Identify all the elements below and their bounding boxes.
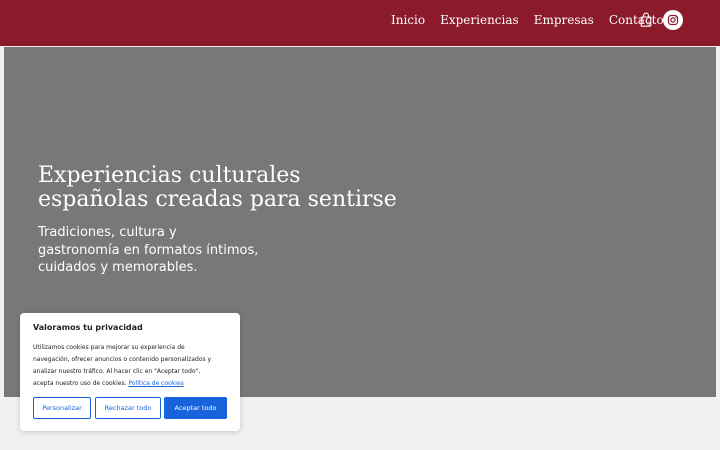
hero-subtitle-line-1: Tradiciones, cultura y bbox=[38, 225, 177, 240]
cookie-text-line-4: acepta nuestro uso de cookies. bbox=[33, 380, 127, 387]
hero-subtitle-line-2: gastronomía en formatos íntimos, bbox=[38, 242, 259, 258]
reject-all-button[interactable]: Rechazar todo bbox=[95, 397, 161, 419]
shopping-bag-icon: 0 bbox=[640, 12, 652, 28]
nav-link-empresas[interactable]: Empresas bbox=[534, 13, 594, 27]
cookie-consent-banner: Valoramos tu privacidad Utilizamos cooki… bbox=[20, 313, 240, 431]
cookie-text-line-1: Utilizamos cookies para mejorar su exper… bbox=[33, 344, 185, 351]
cart-count: 0 bbox=[647, 22, 650, 28]
cookie-policy-link[interactable]: Política de cookies bbox=[128, 380, 183, 387]
nav-link-contacto[interactable]: Contacto bbox=[609, 13, 664, 27]
cookie-title: Valoramos tu privacidad bbox=[33, 323, 143, 332]
instagram-link[interactable] bbox=[663, 10, 683, 30]
cookie-description: Utilizamos cookies para mejorar su exper… bbox=[33, 342, 233, 390]
cookie-text-line-2: navegación, ofrecer anuncios o contenido… bbox=[33, 356, 212, 363]
hero-subtitle: Tradiciones, cultura y gastronomía en fo… bbox=[38, 224, 298, 277]
nav-link-experiencias[interactable]: Experiencias bbox=[440, 13, 519, 27]
hero-title: Experiencias culturales españolas creada… bbox=[38, 164, 438, 212]
hero-title-line-2: españolas creadas para sentirse bbox=[38, 187, 397, 212]
cookie-text-line-3: analizar nuestro tráfico. Al hacer clic … bbox=[33, 368, 201, 375]
nav-link-inicio[interactable]: Inicio bbox=[391, 13, 425, 27]
site-header: Inicio Experiencias Empresas Contacto 0 bbox=[0, 0, 720, 46]
cart-button[interactable]: 0 bbox=[640, 12, 652, 28]
main-nav: Inicio Experiencias Empresas Contacto bbox=[391, 0, 664, 40]
customize-button[interactable]: Personalizar bbox=[33, 397, 91, 419]
instagram-icon bbox=[667, 14, 679, 26]
hero-title-line-1: Experiencias culturales bbox=[38, 163, 301, 188]
accept-all-button[interactable]: Aceptar todo bbox=[164, 397, 227, 419]
hero-subtitle-line-3: cuidados y memorables. bbox=[38, 260, 198, 275]
